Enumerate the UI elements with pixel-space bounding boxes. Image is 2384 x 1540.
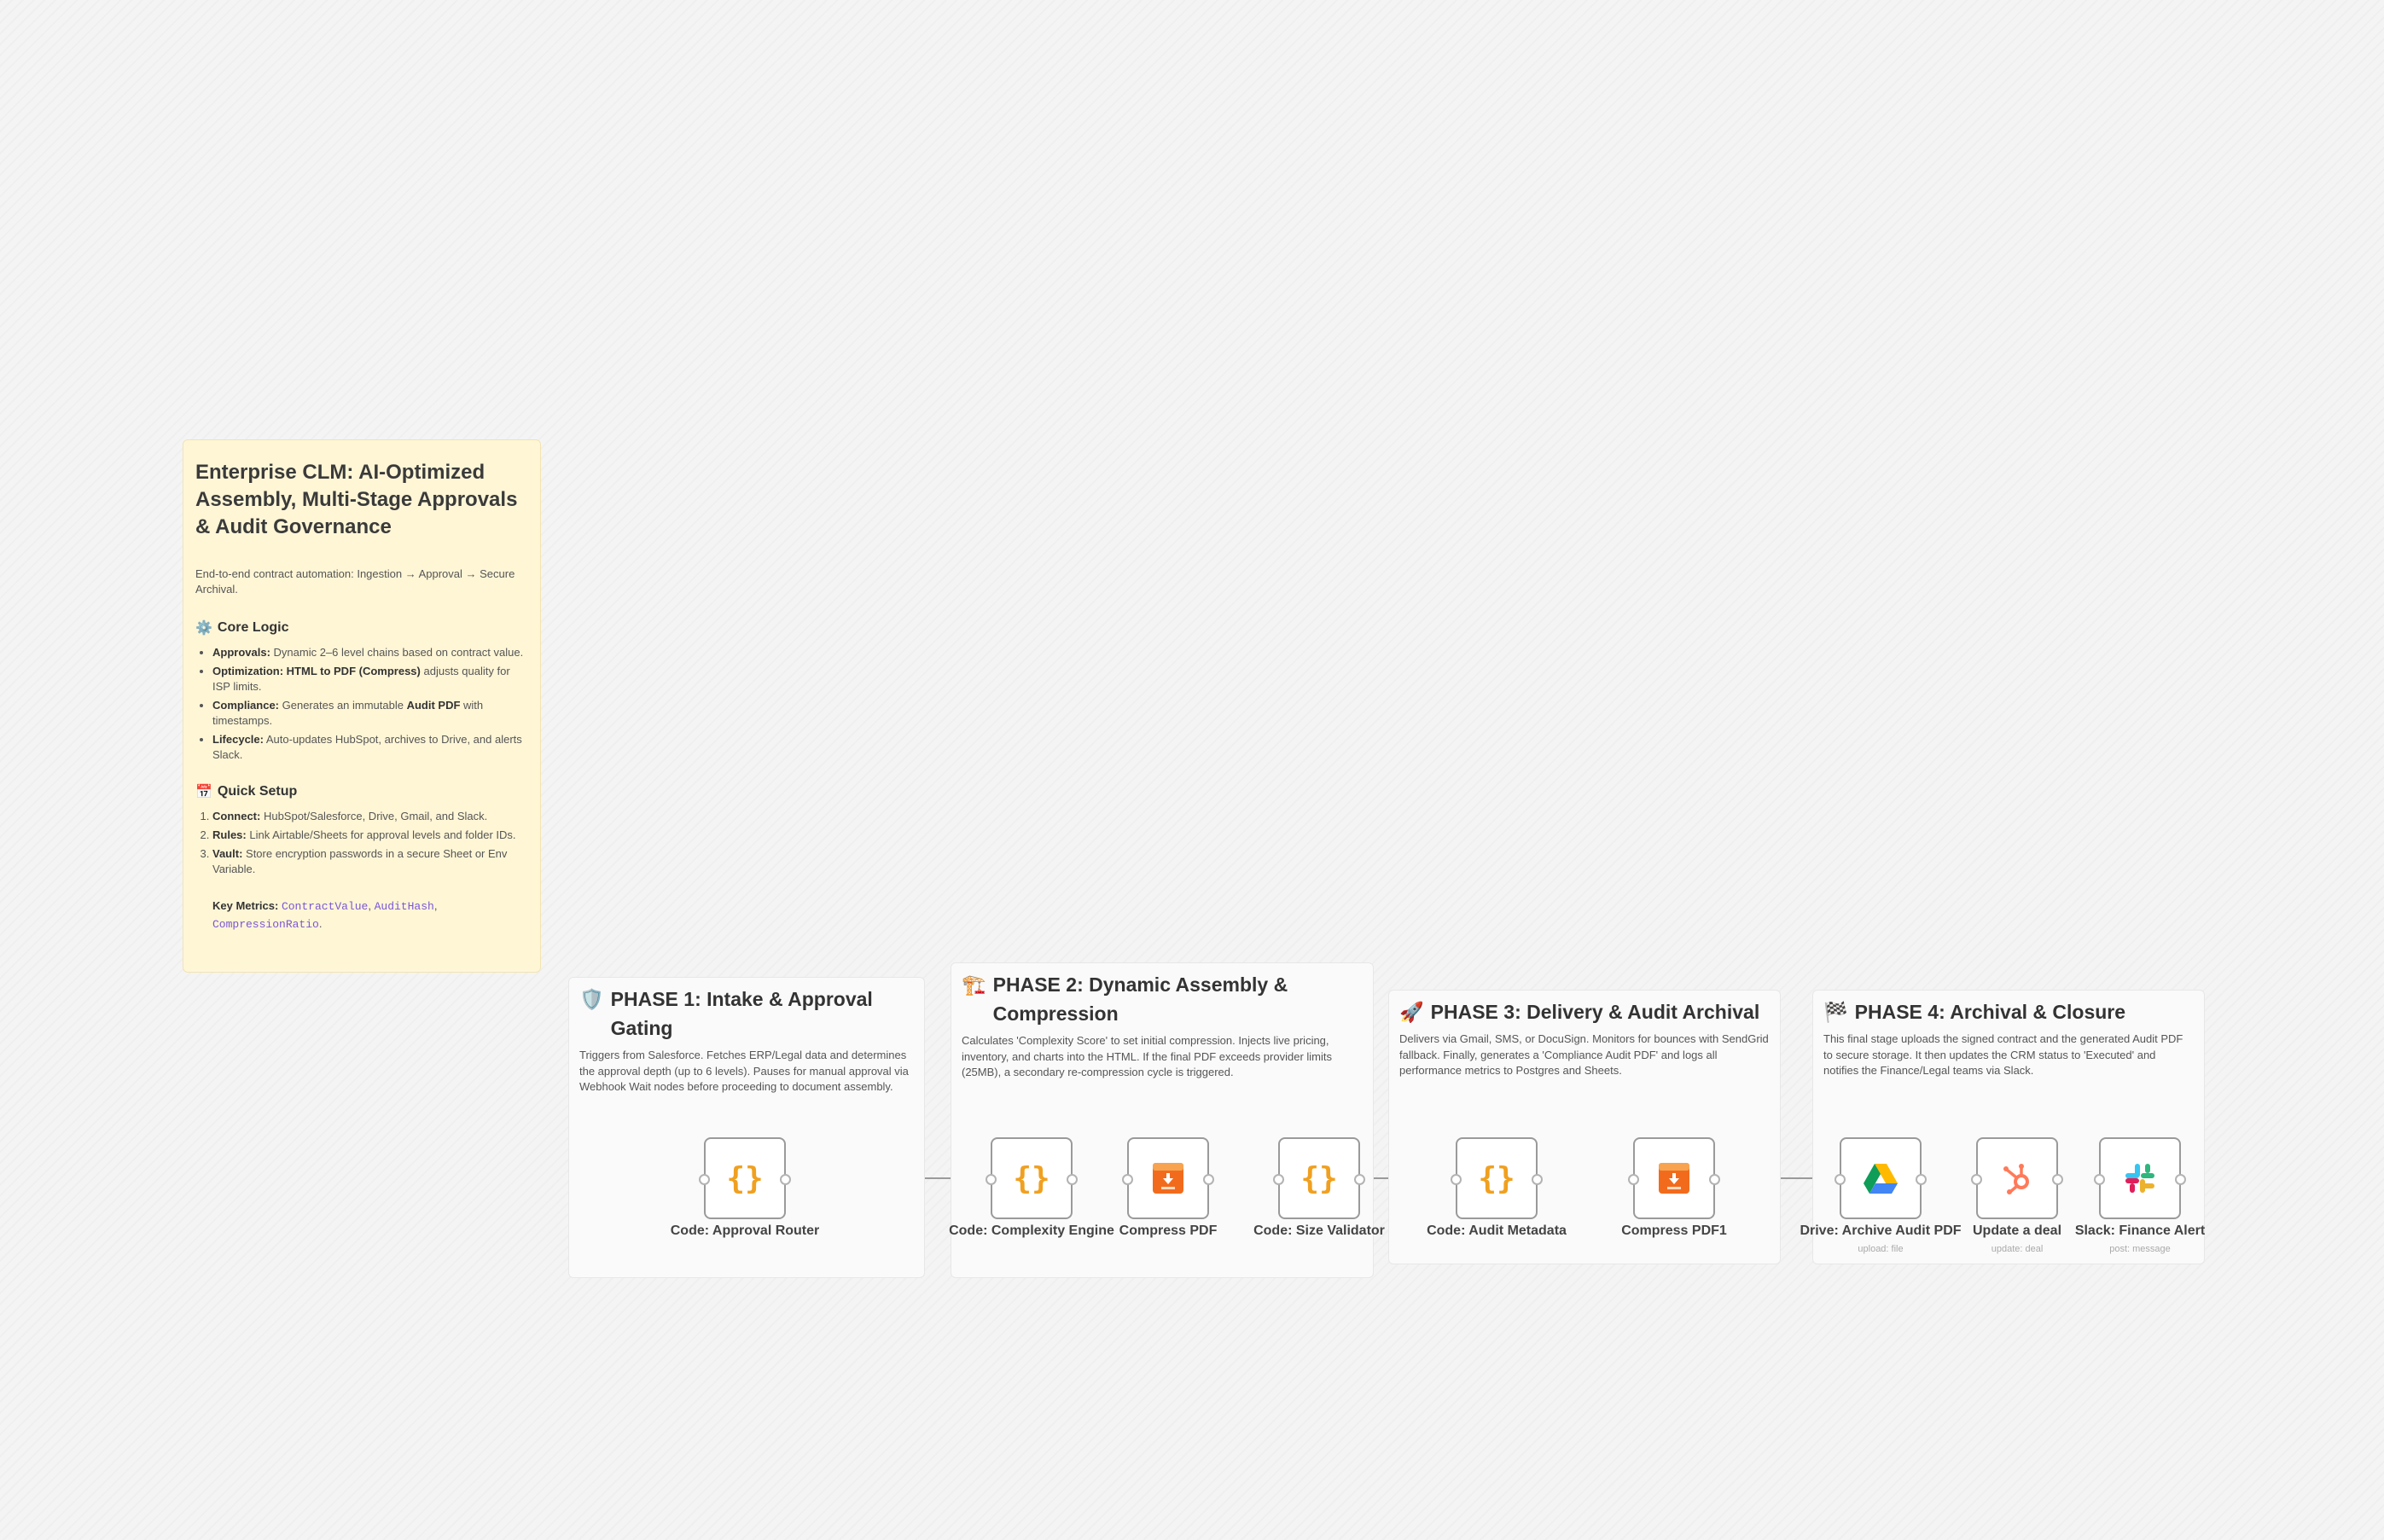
- node-label: Code: Approval Router: [670, 1223, 820, 1238]
- phase-2-description: Calculates 'Complexity Score' to set ini…: [962, 1034, 1332, 1078]
- slack-icon: [2125, 1164, 2154, 1193]
- code-icon: {}: [1013, 1160, 1050, 1196]
- code-icon: {}: [1478, 1160, 1515, 1196]
- overview-sticky-note[interactable]: Enterprise CLM: AI-Optimized Assembly, M…: [183, 439, 541, 973]
- google-drive-icon: [1864, 1164, 1898, 1194]
- core-logic-heading: ⚙️ Core Logic: [195, 620, 289, 636]
- gear-icon: ⚙️: [195, 621, 212, 636]
- node-label: Slack: Finance Alert: [2074, 1223, 2206, 1238]
- node-label: Compress PDF: [1119, 1223, 1218, 1238]
- core-logic-list: Approvals: Dynamic 2–6 level chains base…: [195, 645, 528, 763]
- phase-1-description: Triggers from Salesforce. Fetches ERP/Le…: [579, 1049, 909, 1093]
- input-port[interactable]: [1628, 1174, 1639, 1185]
- node-compress-pdf[interactable]: [1122, 1137, 1214, 1219]
- output-port[interactable]: [2052, 1174, 2063, 1185]
- output-port[interactable]: [1532, 1174, 1543, 1185]
- html-pdf-icon: [1659, 1163, 1689, 1194]
- list-item: Approvals: Dynamic 2–6 level chains base…: [212, 645, 528, 660]
- output-port[interactable]: [2175, 1174, 2186, 1185]
- input-port[interactable]: [699, 1174, 710, 1185]
- construction-icon: 🏗️: [962, 973, 986, 996]
- metric-contract-value: ContractValue: [281, 900, 369, 913]
- node-drive-archive-audit-pdf[interactable]: [1835, 1137, 1927, 1219]
- node-label: Code: Size Validator: [1253, 1223, 1385, 1238]
- shield-icon: 🛡️: [579, 988, 604, 1010]
- input-port[interactable]: [1835, 1174, 1846, 1185]
- input-port[interactable]: [986, 1174, 997, 1185]
- output-port[interactable]: [1709, 1174, 1720, 1185]
- phase-4-description: This final stage uploads the signed cont…: [1823, 1032, 2183, 1077]
- list-item: Rules: Link Airtable/Sheets for approval…: [212, 828, 528, 843]
- checkered-flag-icon: 🏁: [1823, 1001, 1848, 1023]
- input-port[interactable]: [1122, 1174, 1133, 1185]
- input-port[interactable]: [1971, 1174, 1982, 1185]
- note-subtitle: End-to-end contract automation: Ingestio…: [195, 567, 515, 596]
- input-port[interactable]: [1273, 1174, 1284, 1185]
- output-port[interactable]: [1916, 1174, 1927, 1185]
- hubspot-icon: [2003, 1164, 2029, 1194]
- node-code-size-validator[interactable]: {}: [1273, 1137, 1365, 1219]
- node-label: Code: Audit Metadata: [1427, 1223, 1567, 1238]
- node-code-approval-router[interactable]: {}: [699, 1137, 791, 1219]
- node-compress-pdf1[interactable]: [1628, 1137, 1720, 1219]
- node-code-complexity-engine[interactable]: {}: [986, 1137, 1078, 1219]
- metric-audit-hash: AuditHash: [374, 900, 434, 913]
- code-icon: {}: [726, 1160, 764, 1196]
- html-pdf-icon: [1153, 1163, 1183, 1194]
- code-icon: {}: [1300, 1160, 1338, 1196]
- calendar-icon: 📅: [195, 785, 212, 799]
- output-port[interactable]: [1354, 1174, 1365, 1185]
- note-title: Enterprise CLM: AI-Optimized Assembly, M…: [195, 461, 518, 538]
- quick-setup-heading: 📅 Quick Setup: [195, 784, 298, 799]
- key-metrics: Key Metrics: ContractValue, AuditHash, C…: [212, 899, 438, 931]
- quick-setup-list: Connect: HubSpot/Salesforce, Drive, Gmai…: [195, 809, 528, 877]
- list-item: Lifecycle: Auto-updates HubSpot, archive…: [212, 732, 528, 763]
- input-port[interactable]: [1451, 1174, 1462, 1185]
- phase-4-title: PHASE 4: Archival & Closure: [1854, 1001, 2126, 1023]
- node-label: Compress PDF1: [1621, 1223, 1727, 1238]
- list-item: Vault: Store encryption passwords in a s…: [212, 846, 528, 877]
- list-item: Optimization: HTML to PDF (Compress) adj…: [212, 664, 528, 694]
- list-item: Connect: HubSpot/Salesforce, Drive, Gmai…: [212, 809, 528, 824]
- node-subtitle: post: message: [2109, 1244, 2171, 1254]
- output-port[interactable]: [780, 1174, 791, 1185]
- phase-1-title: PHASE 1: Intake & Approval Gating: [610, 988, 873, 1039]
- rocket-icon: 🚀: [1399, 1001, 1424, 1023]
- node-slack-finance-alert[interactable]: [2094, 1137, 2186, 1219]
- workflow-canvas[interactable]: Enterprise CLM: AI-Optimized Assembly, M…: [0, 0, 2384, 1540]
- metric-compression-ratio: CompressionRatio: [212, 918, 319, 931]
- node-code-audit-metadata[interactable]: {}: [1451, 1137, 1543, 1219]
- output-port[interactable]: [1203, 1174, 1214, 1185]
- output-port[interactable]: [1067, 1174, 1078, 1185]
- phase-3-title: PHASE 3: Delivery & Audit Archival: [1430, 1001, 1760, 1023]
- phase-2-title: PHASE 2: Dynamic Assembly & Compression: [992, 973, 1288, 1025]
- input-port[interactable]: [2094, 1174, 2105, 1185]
- phase-3-description: Delivers via Gmail, SMS, or DocuSign. Mo…: [1399, 1032, 1769, 1077]
- list-item: Compliance: Generates an immutable Audit…: [212, 698, 528, 729]
- node-update-a-deal[interactable]: [1971, 1137, 2063, 1219]
